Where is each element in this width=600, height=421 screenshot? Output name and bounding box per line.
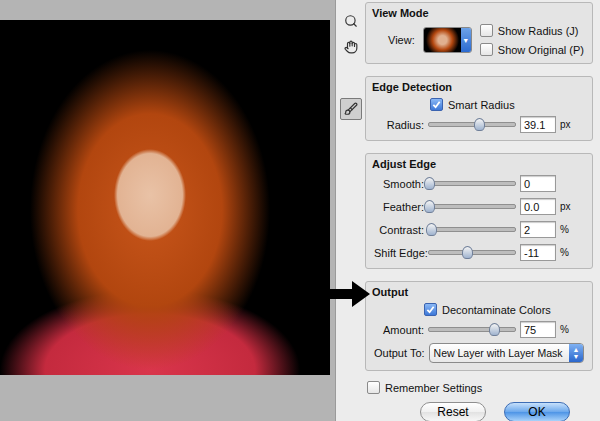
adjust-edge-field[interactable]: 2	[520, 221, 556, 238]
edge-detection-section: Edge Detection Smart Radius Radius: 39.1 px	[365, 76, 593, 141]
unit: %	[560, 324, 574, 335]
view-dropdown[interactable]: ▼	[423, 27, 472, 53]
unit: px	[560, 201, 574, 212]
checkbox[interactable]	[367, 381, 380, 394]
refine-brush-icon	[344, 102, 358, 116]
adjust-edge-label: Smooth:	[374, 178, 424, 190]
checkbox[interactable]	[480, 43, 493, 56]
adjust-edge-slider[interactable]	[428, 227, 516, 232]
decontaminate-checkbox[interactable]: Decontaminate Colors	[424, 303, 551, 316]
arrow-icon	[324, 281, 370, 307]
checkbox-label: Show Radius (J)	[498, 25, 579, 37]
ok-button[interactable]: OK	[504, 402, 570, 421]
unit: px	[560, 119, 574, 130]
select-value: New Layer with Layer Mask	[430, 344, 569, 362]
view-label: View:	[388, 34, 415, 46]
output-to-select[interactable]: New Layer with Layer Mask▲▼	[429, 343, 584, 363]
hand-icon	[344, 40, 358, 54]
refine-edge-screen: View Mode View: ▼ Show Radius (J) Show Origi…	[0, 0, 600, 421]
output-section: Output Decontaminate Colors Amount: 75% Outp…	[365, 281, 593, 371]
stepper-icon: ▲▼	[569, 344, 583, 362]
section-title: Edge Detection	[372, 81, 584, 93]
slider-thumb[interactable]	[489, 323, 500, 336]
adjust-edge-label: Shift Edge:	[374, 247, 424, 259]
radius-field[interactable]: 39.1	[520, 116, 556, 133]
adjust-edge-slider[interactable]	[428, 204, 516, 209]
adjust-edge-field[interactable]: 0.0	[520, 198, 556, 215]
adjust-edge-slider[interactable]	[428, 181, 516, 186]
checkbox[interactable]	[480, 24, 493, 37]
slider-thumb[interactable]	[424, 200, 435, 213]
slider-thumb[interactable]	[474, 118, 485, 131]
zoom-tool[interactable]	[340, 10, 362, 32]
section-title: Adjust Edge	[372, 158, 584, 170]
adjust-edge-field[interactable]: 0	[520, 175, 556, 192]
view-option[interactable]: Show Original (P)	[480, 43, 584, 56]
unit: %	[560, 247, 574, 258]
amount-slider[interactable]	[428, 327, 516, 332]
checkbox-label: Decontaminate Colors	[442, 304, 551, 316]
output-to-label: Output To:	[374, 347, 425, 359]
checkbox[interactable]	[430, 98, 443, 111]
reset-button[interactable]: Reset	[420, 402, 486, 421]
adjust-edge-label: Contrast:	[374, 224, 424, 236]
dropdown-arrow-icon: ▼	[461, 28, 471, 52]
photo	[0, 20, 330, 375]
section-title: View Mode	[372, 7, 584, 19]
view-thumbnail	[424, 28, 461, 52]
remember-settings-checkbox[interactable]: Remember Settings	[367, 381, 593, 394]
unit: %	[560, 224, 574, 235]
adjust-edge-field[interactable]: -11	[520, 244, 556, 261]
amount-label: Amount:	[374, 324, 424, 336]
radius-label: Radius:	[374, 119, 424, 131]
adjust-edge-slider[interactable]	[428, 250, 516, 255]
checkbox-label: Show Original (P)	[498, 44, 584, 56]
canvas	[0, 0, 335, 421]
adjust-edge-label: Feather:	[374, 201, 424, 213]
slider-thumb[interactable]	[426, 223, 437, 236]
adjust-edge-section: Adjust Edge Smooth: 0 Feather: 0.0 px Contrast…	[365, 153, 593, 269]
smart-radius-checkbox[interactable]: Smart Radius	[430, 98, 515, 111]
checkbox[interactable]	[424, 303, 437, 316]
radius-slider[interactable]	[428, 122, 516, 127]
checkbox-label: Smart Radius	[448, 99, 515, 111]
section-title: Output	[372, 286, 584, 298]
amount-field[interactable]: 75	[520, 321, 556, 338]
slider-thumb[interactable]	[424, 177, 435, 190]
check-icon	[426, 305, 435, 314]
zoom-icon	[344, 14, 358, 28]
refine-radius-tool[interactable]	[340, 98, 362, 120]
hand-tool[interactable]	[340, 36, 362, 58]
check-icon	[432, 100, 441, 109]
checkbox-label: Remember Settings	[385, 382, 482, 394]
slider-thumb[interactable]	[462, 246, 473, 259]
refine-edge-dialog: View Mode View: ▼ Show Radius (J) Show Origi…	[335, 0, 600, 421]
view-option[interactable]: Show Radius (J)	[480, 24, 584, 37]
view-mode-section: View Mode View: ▼ Show Radius (J) Show Origi…	[365, 2, 593, 64]
panels: View Mode View: ▼ Show Radius (J) Show Origi…	[365, 0, 593, 421]
tool-column	[336, 0, 365, 421]
